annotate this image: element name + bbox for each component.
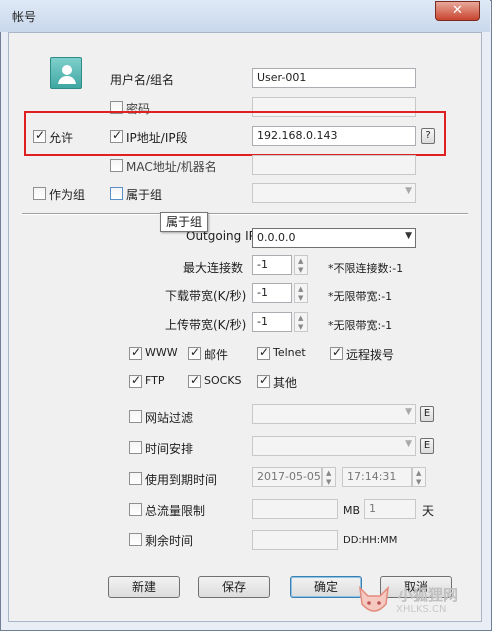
traffic-unit-label: MB xyxy=(343,504,361,517)
spin-up-icon: ▲ xyxy=(326,469,332,477)
upload-bandwidth-input[interactable]: -1 xyxy=(252,312,292,332)
schedule-label: 时间安排 xyxy=(145,442,194,456)
group-tooltip: 属于组 xyxy=(160,212,209,232)
chevron-down-icon: ▼ xyxy=(405,439,412,449)
days-unit-label: 天 xyxy=(422,504,435,518)
expire-time-input[interactable]: 17:14:31 xyxy=(342,467,412,487)
max-connections-label: 最大连接数 xyxy=(183,261,244,275)
edit-icon: E xyxy=(423,408,431,419)
download-bandwidth-label: 下载带宽(K/秒) xyxy=(165,289,247,303)
www-checkbox[interactable] xyxy=(129,345,142,360)
allow-label: 允许 xyxy=(49,131,74,145)
chevron-down-icon: ▼ xyxy=(405,231,412,241)
watermark-text: 小狐狸网 xyxy=(398,586,459,604)
separator xyxy=(22,213,468,215)
spin-down-icon: ▼ xyxy=(326,478,332,486)
close-button[interactable]: ✕ xyxy=(435,1,480,21)
remote-dial-label: 远程拨号 xyxy=(346,348,395,362)
group-select[interactable]: ▼ xyxy=(252,183,416,203)
ip-input[interactable]: 192.168.0.143 xyxy=(252,126,416,146)
chevron-down-icon: ▼ xyxy=(405,407,412,417)
window-title: 帐号 xyxy=(12,10,37,24)
max-connections-input[interactable]: -1 xyxy=(252,255,292,275)
ip-label: IP地址/IP段 xyxy=(126,131,188,145)
spin-down-icon: ▼ xyxy=(298,294,304,302)
as-group-checkbox[interactable] xyxy=(33,187,46,200)
schedule-checkbox[interactable] xyxy=(129,441,142,454)
mail-checkbox[interactable] xyxy=(188,345,201,360)
mac-checkbox[interactable] xyxy=(110,159,123,172)
expire-checkbox[interactable] xyxy=(129,472,142,485)
new-button[interactable]: 新建 xyxy=(108,576,180,598)
user-icon xyxy=(50,57,82,89)
remote-dial-checkbox[interactable] xyxy=(330,345,343,360)
expire-label: 使用到期时间 xyxy=(145,473,218,487)
traffic-days-input[interactable]: 1 xyxy=(364,499,416,519)
ip-help-button[interactable]: ? xyxy=(421,128,435,144)
download-bandwidth-spinner[interactable]: ▲ ▼ xyxy=(294,283,308,303)
mac-input[interactable] xyxy=(252,155,416,175)
outgoing-ip-select[interactable]: 0.0.0.0 ▼ xyxy=(252,228,416,248)
allow-checkbox[interactable] xyxy=(33,128,46,143)
as-group-label: 作为组 xyxy=(49,188,86,202)
help-icon: ? xyxy=(425,130,431,141)
upload-bandwidth-label: 上传带宽(K/秒) xyxy=(165,318,247,332)
download-bandwidth-note: *无限带宽:-1 xyxy=(328,290,393,303)
traffic-limit-input[interactable] xyxy=(252,499,338,519)
mail-label: 邮件 xyxy=(204,348,229,362)
title-bar[interactable] xyxy=(0,0,490,32)
spin-up-icon: ▲ xyxy=(298,257,304,265)
site-filter-label: 网站过滤 xyxy=(145,411,194,425)
belongs-group-label: 属于组 xyxy=(126,188,163,202)
mac-label: MAC地址/机器名 xyxy=(126,160,217,174)
spin-up-icon: ▲ xyxy=(298,314,304,322)
remaining-time-checkbox[interactable] xyxy=(129,533,142,546)
max-connections-spinner[interactable]: ▲ ▼ xyxy=(294,255,308,275)
remaining-time-format: DD:HH:MM xyxy=(343,535,398,546)
spin-up-icon: ▲ xyxy=(298,285,304,293)
telnet-checkbox[interactable] xyxy=(257,345,270,360)
traffic-limit-label: 总流量限制 xyxy=(145,504,206,518)
expire-date-input[interactable]: 2017-05-05 xyxy=(252,467,322,487)
spin-down-icon: ▼ xyxy=(416,478,422,486)
spin-down-icon: ▼ xyxy=(298,323,304,331)
expire-date-spinner[interactable]: ▲ ▼ xyxy=(322,467,336,487)
site-filter-checkbox[interactable] xyxy=(129,410,142,423)
telnet-label: Telnet xyxy=(273,346,306,359)
fox-logo-icon xyxy=(356,584,392,621)
save-button[interactable]: 保存 xyxy=(198,576,270,598)
schedule-edit-button[interactable]: E xyxy=(420,438,434,454)
site-filter-select[interactable]: ▼ xyxy=(252,404,416,424)
remaining-time-input[interactable] xyxy=(252,530,338,550)
other-checkbox[interactable] xyxy=(257,373,270,388)
belongs-group-checkbox[interactable] xyxy=(110,187,123,200)
ip-checkbox[interactable] xyxy=(110,128,123,143)
download-bandwidth-input[interactable]: -1 xyxy=(252,283,292,303)
upload-bandwidth-spinner[interactable]: ▲ ▼ xyxy=(294,312,308,332)
socks-label: SOCKS xyxy=(204,374,242,387)
spin-down-icon: ▼ xyxy=(298,266,304,274)
expire-time-spinner[interactable]: ▲ ▼ xyxy=(412,467,426,487)
outgoing-ip-value: 0.0.0.0 xyxy=(257,231,296,244)
ftp-checkbox[interactable] xyxy=(129,373,142,388)
other-label: 其他 xyxy=(273,376,298,390)
www-label: WWW xyxy=(145,346,178,359)
ftp-label: FTP xyxy=(145,374,165,387)
remaining-time-label: 剩余时间 xyxy=(145,534,194,548)
spin-up-icon: ▲ xyxy=(416,469,422,477)
schedule-select[interactable]: ▼ xyxy=(252,436,416,456)
traffic-limit-checkbox[interactable] xyxy=(129,503,142,516)
edit-icon: E xyxy=(423,440,431,451)
max-connections-note: *不限连接数:-1 xyxy=(328,262,404,275)
watermark-url: XHLKS.CN xyxy=(396,604,447,615)
chevron-down-icon: ▼ xyxy=(405,186,412,196)
close-icon: ✕ xyxy=(452,3,463,18)
socks-checkbox[interactable] xyxy=(188,373,201,388)
username-input[interactable]: User-001 xyxy=(252,68,416,88)
username-label: 用户名/组名 xyxy=(110,73,175,87)
ok-button[interactable]: 确定 xyxy=(290,576,362,598)
upload-bandwidth-note: *无限带宽:-1 xyxy=(328,319,393,332)
site-filter-edit-button[interactable]: E xyxy=(420,406,434,422)
